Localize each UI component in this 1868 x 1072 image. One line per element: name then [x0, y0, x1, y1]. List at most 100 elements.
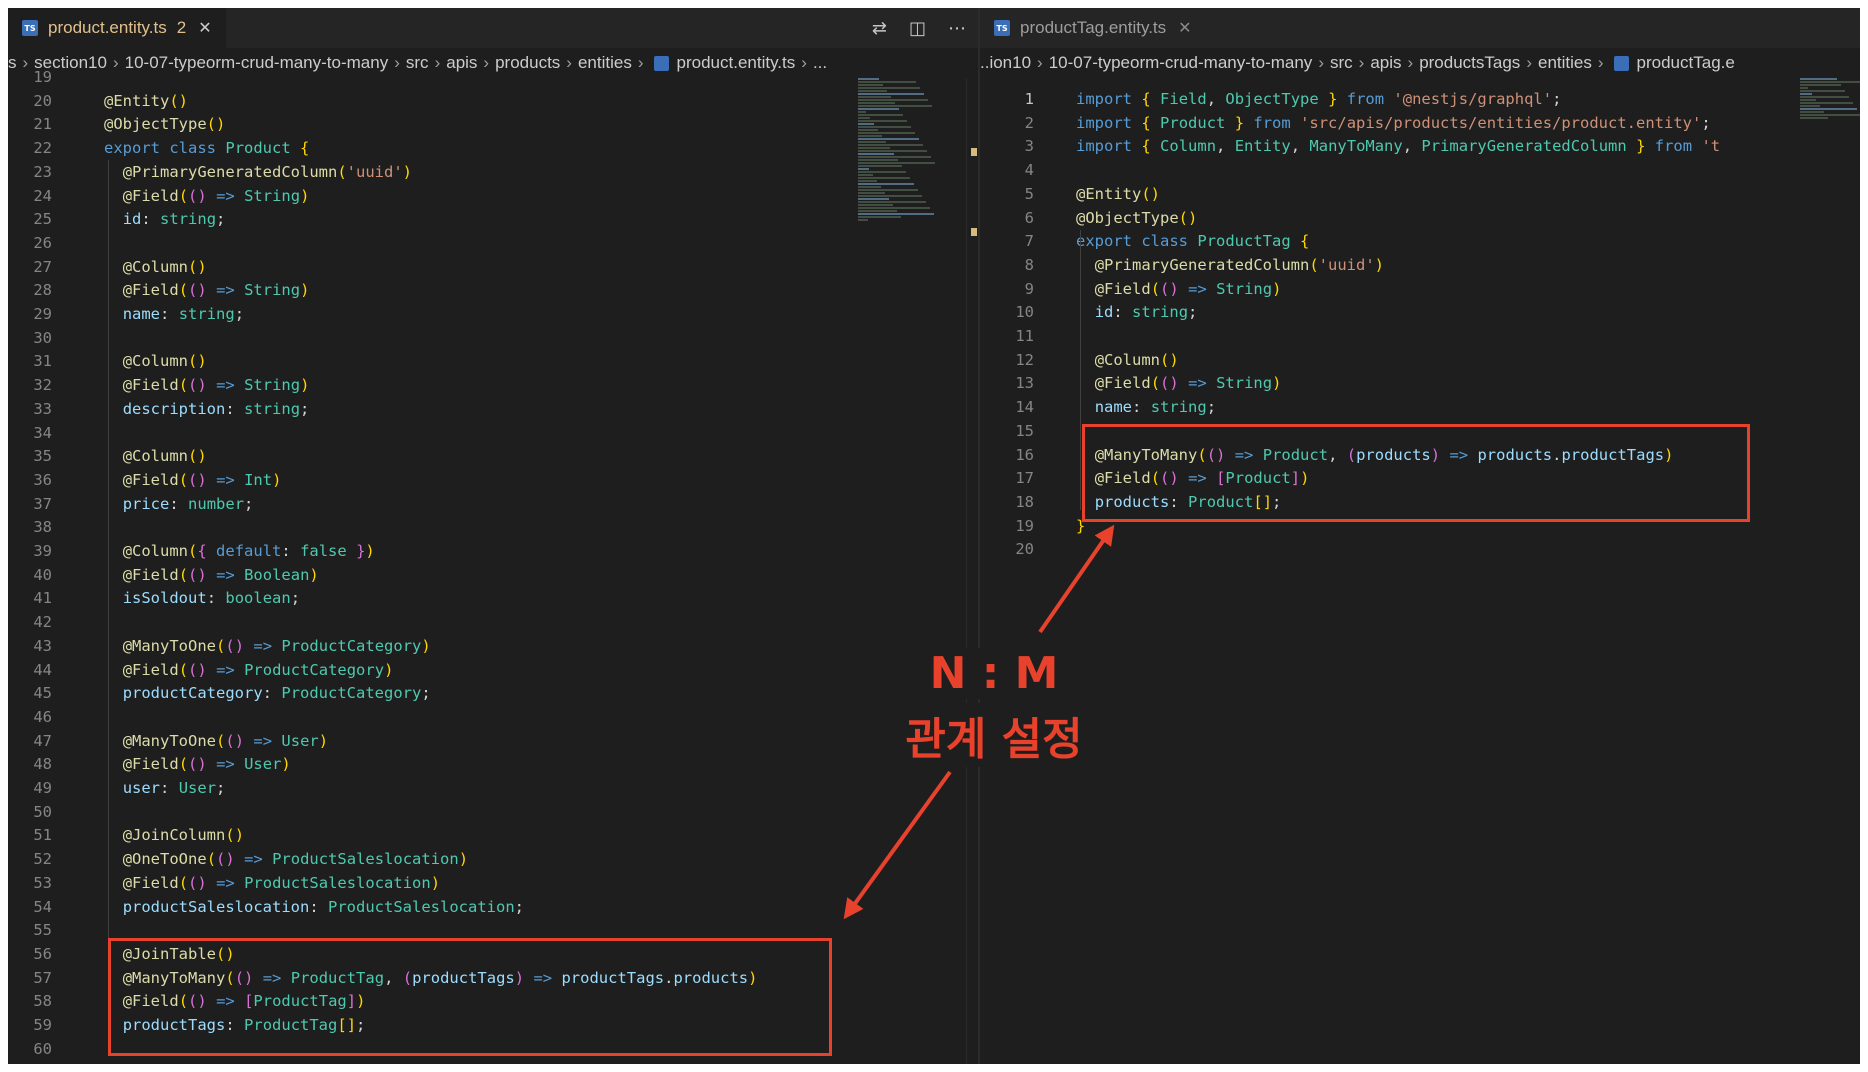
minimap-line — [1800, 105, 1820, 107]
code-line[interactable]: 30 — [8, 327, 980, 351]
minimap-line — [858, 120, 907, 122]
screenshot-frame: TS product.entity.ts 2 ✕ ⇄ ◫ ⋯ s › section… — [8, 8, 1860, 1064]
minimap[interactable] — [856, 78, 956, 238]
code-line[interactable]: 4 — [980, 159, 1860, 183]
minimap-line — [1800, 84, 1841, 86]
code-line[interactable]: 8 @PrimaryGeneratedColumn('uuid') — [980, 254, 1860, 278]
code-line[interactable]: 35 @Column() — [8, 445, 980, 469]
code-line[interactable]: 20 — [980, 538, 1860, 562]
minimap-line — [1800, 114, 1860, 116]
breadcrumb-item[interactable]: 10-07-typeorm-crud-many-to-many — [1049, 53, 1313, 73]
line-number: 9 — [1024, 279, 1034, 298]
code-line[interactable]: 13 @Field(() => String) — [980, 372, 1860, 396]
code-line[interactable]: 11 — [980, 325, 1860, 349]
code-line[interactable]: 43 @ManyToOne(() => ProductCategory) — [8, 635, 980, 659]
code-line[interactable]: 24 @Field(() => String) — [8, 185, 980, 209]
code-line[interactable]: 45 productCategory: ProductCategory; — [8, 682, 980, 706]
minimap[interactable] — [1798, 78, 1860, 238]
code-line[interactable]: 50 — [8, 801, 980, 825]
code-line[interactable]: 23 @PrimaryGeneratedColumn('uuid') — [8, 161, 980, 185]
code-line[interactable]: 27 @Column() — [8, 256, 980, 280]
line-number: 35 — [33, 447, 52, 466]
code-line[interactable]: 25 id: string; — [8, 208, 980, 232]
breadcrumb-item[interactable]: entities — [1538, 53, 1592, 73]
code-line[interactable]: 53 @Field(() => ProductSaleslocation) — [8, 872, 980, 896]
minimap-line — [858, 183, 914, 185]
tab-product-entity[interactable]: TS product.entity.ts 2 ✕ — [8, 8, 226, 48]
code-line[interactable]: 21 @ObjectType() — [8, 113, 980, 137]
code-editor[interactable]: 1 import { Field, ObjectType } from '@nes… — [980, 78, 1860, 1064]
code-line[interactable]: 46 — [8, 706, 980, 730]
line-number: 56 — [33, 944, 52, 963]
code-line[interactable]: 12 @Column() — [980, 349, 1860, 373]
breadcrumb-item[interactable]: apis — [1370, 53, 1401, 73]
code-line[interactable]: 48 @Field(() => User) — [8, 753, 980, 777]
code-line[interactable]: 40 @Field(() => Boolean) — [8, 564, 980, 588]
breadcrumb-item[interactable]: productTag.e — [1637, 53, 1735, 73]
line-number: 18 — [1015, 492, 1034, 511]
line-number: 12 — [1015, 350, 1034, 369]
line-number: 39 — [33, 542, 52, 560]
code-line[interactable]: 47 @ManyToOne(() => User) — [8, 730, 980, 754]
code-text: @Entity() — [104, 91, 189, 110]
code-text: name: string; — [122, 305, 245, 323]
code-text: @Column() — [122, 447, 207, 466]
code-line[interactable]: 9 @Field(() => String) — [980, 278, 1860, 302]
code-line[interactable]: 28 @Field(() => String) — [8, 279, 980, 303]
line-number: 19 — [33, 68, 52, 86]
code-line[interactable]: 52 @OneToOne(() => ProductSaleslocation) — [8, 848, 980, 872]
code-line[interactable]: 1 import { Field, ObjectType } from '@nes… — [980, 88, 1860, 112]
code-line[interactable]: 36 @Field(() => Int) — [8, 469, 980, 493]
code-line[interactable]: 33 description: string; — [8, 398, 980, 422]
code-text: productCategory: ProductCategory; — [122, 684, 431, 703]
code-text: @Field(() => String) — [122, 281, 310, 300]
code-line[interactable]: 39 @Column({ default: false }) — [8, 540, 980, 564]
code-text: @ManyToOne(() => ProductCategory) — [122, 636, 431, 655]
minimap-line — [858, 162, 935, 164]
code-line[interactable]: 37 price: number; — [8, 493, 980, 517]
code-line[interactable]: 32 @Field(() => String) — [8, 374, 980, 398]
code-line[interactable]: 51 @JoinColumn() — [8, 824, 980, 848]
close-tab-icon[interactable]: ✕ — [198, 18, 211, 38]
code-line[interactable]: 26 — [8, 232, 980, 256]
more-icon[interactable]: ⋯ — [948, 18, 966, 39]
code-line[interactable]: 54 productSaleslocation: ProductSalesloc… — [8, 896, 980, 920]
code-line[interactable]: 49 user: User; — [8, 777, 980, 801]
code-line[interactable]: 7 export class ProductTag { — [980, 230, 1860, 254]
code-line[interactable]: 44 @Field(() => ProductCategory) — [8, 659, 980, 683]
minimap-line — [858, 111, 866, 113]
tab-producttag-entity[interactable]: TS productTag.entity.ts ✕ — [980, 8, 1206, 48]
code-text: @Column({ default: false }) — [122, 542, 375, 560]
breadcrumb-item[interactable]: productsTags — [1419, 53, 1520, 73]
minimap-line — [1800, 108, 1857, 110]
split-editor-icon[interactable]: ◫ — [909, 18, 926, 39]
code-line[interactable]: 41 isSoldout: boolean; — [8, 587, 980, 611]
breadcrumb-item[interactable]: ..ion10 — [980, 53, 1031, 73]
close-tab-icon[interactable]: ✕ — [1178, 18, 1191, 38]
code-line[interactable]: 19 — [8, 66, 980, 90]
line-number: 51 — [33, 826, 52, 845]
compare-icon[interactable]: ⇄ — [872, 18, 887, 39]
code-line[interactable]: 42 — [8, 611, 980, 635]
code-line[interactable]: 14 name: string; — [980, 396, 1860, 420]
line-number: 7 — [1024, 232, 1034, 251]
code-line[interactable]: 10 id: string; — [980, 301, 1860, 325]
code-line[interactable]: 31 @Column() — [8, 350, 980, 374]
code-line[interactable]: 20 @Entity() — [8, 90, 980, 114]
code-line[interactable]: 3 import { Column, Entity, ManyToMany, Pr… — [980, 135, 1860, 159]
code-line[interactable]: 5 @Entity() — [980, 183, 1860, 207]
breadcrumb-item[interactable]: src — [1330, 53, 1353, 73]
code-line[interactable]: 2 import { Product } from 'src/apis/produ… — [980, 112, 1860, 136]
code-line[interactable]: 29 name: string; — [8, 303, 980, 327]
code-line[interactable]: 6 @ObjectType() — [980, 207, 1860, 231]
minimap-line — [1800, 117, 1828, 119]
line-number: 54 — [33, 897, 52, 916]
minimap-line — [858, 99, 928, 101]
code-line[interactable]: 34 — [8, 422, 980, 446]
code-text: @Field(() => ProductSaleslocation) — [122, 873, 441, 892]
code-line[interactable]: 22 export class Product { — [8, 137, 980, 161]
code-line[interactable]: 38 — [8, 516, 980, 540]
code-editor[interactable]: 19 20 @Entity() 21 @ObjectType() 22 export cla… — [8, 68, 980, 1064]
code-text: @ObjectType() — [104, 115, 226, 134]
minimap-line — [858, 213, 934, 215]
